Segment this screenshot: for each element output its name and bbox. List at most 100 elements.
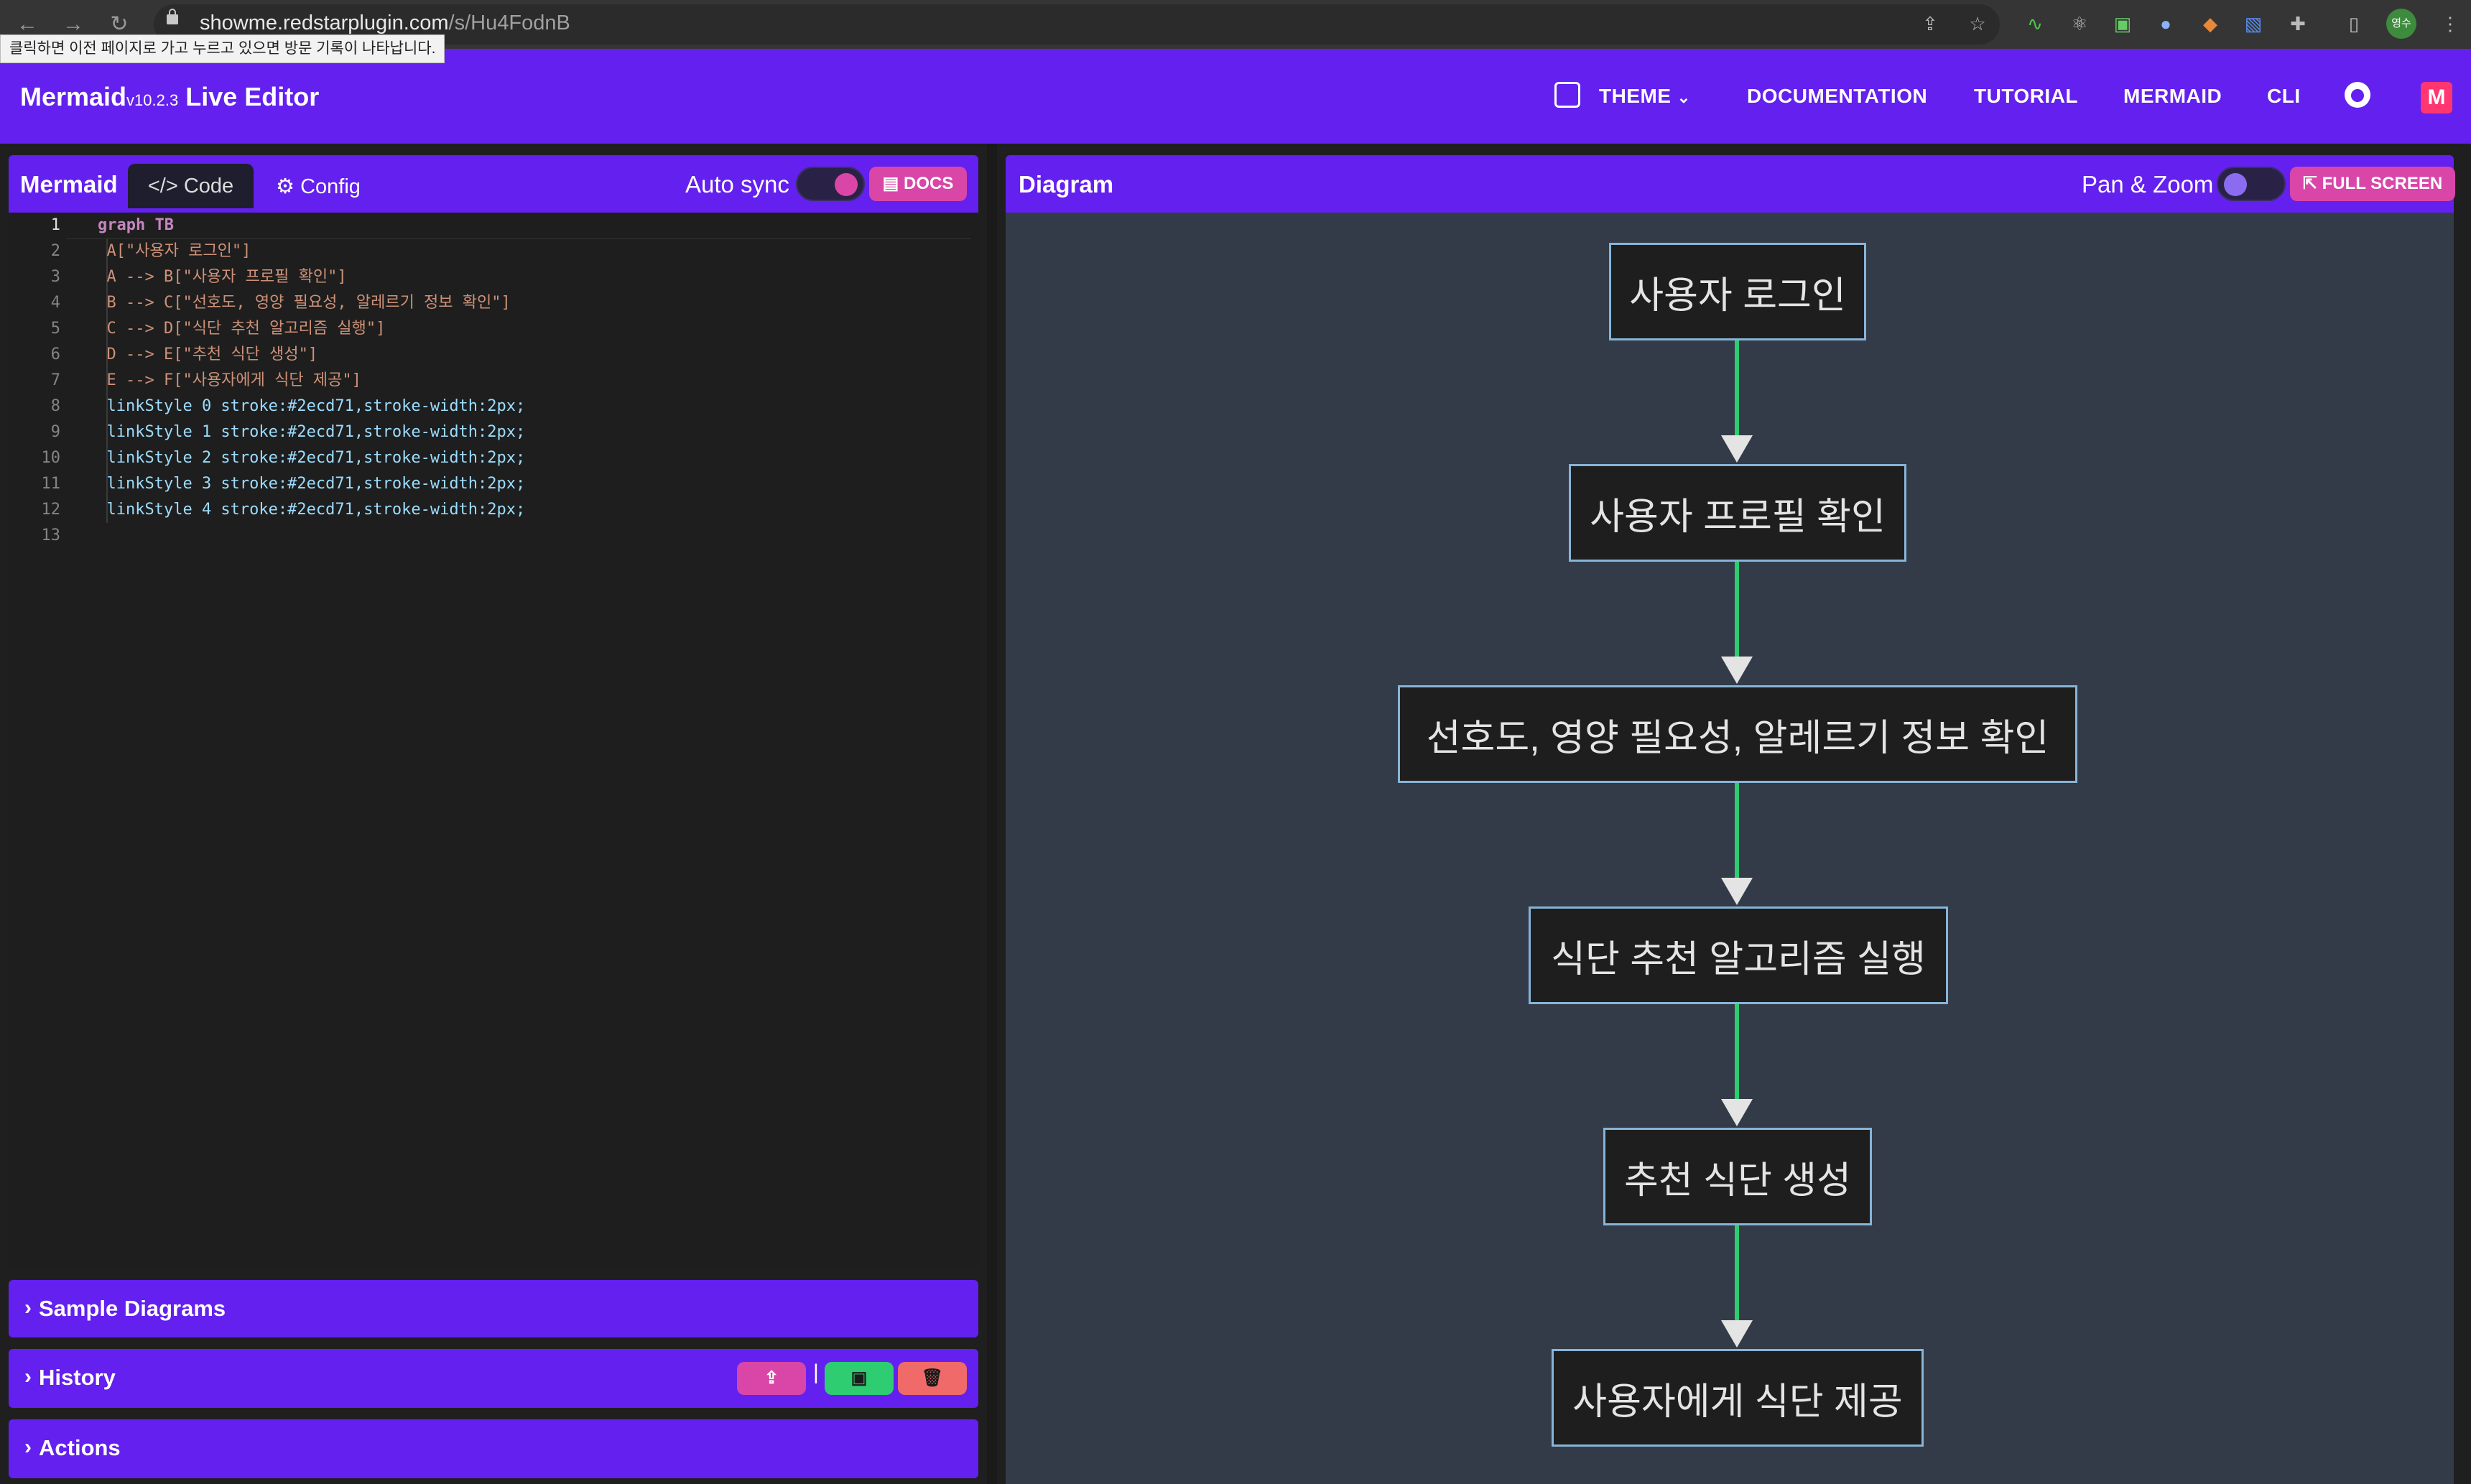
chevron-right-icon: › [24,1365,32,1388]
arrowhead-icon [1721,1099,1753,1126]
theme-icon[interactable] [1554,82,1580,108]
arrowhead-icon [1721,878,1753,905]
external-link-icon: ⇱ [2302,174,2317,193]
line-number: 12 [41,501,61,519]
nav-cli[interactable]: CLI [2267,85,2301,108]
node-b[interactable]: 사용자 프로필 확인 [1569,464,1906,562]
nav-mermaid[interactable]: MERMAID [2123,85,2222,108]
lock-icon [167,9,178,24]
extension-chat-icon[interactable]: ● [2152,10,2179,37]
code-text: E --> F["사용자에게 식단 제공"] [88,371,361,389]
node-a[interactable]: 사용자 로그인 [1609,243,1866,340]
code-text: linkStyle 0 stroke:#2ecd71,stroke-width:… [88,397,526,415]
code-text: linkStyle 1 stroke:#2ecd71,stroke-width:… [88,423,526,441]
tab-code-label: Code [183,175,234,198]
code-text: linkStyle 4 stroke:#2ecd71,stroke-width:… [88,501,526,519]
auto-sync-label: Auto sync [685,171,789,198]
pan-zoom-label: Pan & Zoom [2082,171,2214,198]
version-label: v10.2.3 [126,91,179,109]
node-c[interactable]: 선호도, 영양 필요성, 알레르기 정보 확인 [1398,685,2077,783]
back-button-tooltip: 클릭하면 이전 페이지로 가고 누르고 있으면 방문 기록이 나타납니다. [0,34,445,63]
line-number: 3 [50,268,60,286]
line-number: 5 [50,320,60,338]
code-text: A["사용자 로그인"] [88,242,251,260]
url-text[interactable]: showme.redstarplugin.com/s/Hu4FodnB [200,11,570,35]
nav-tutorial[interactable]: TUTORIAL [1974,85,2078,108]
panel-divider[interactable] [987,144,997,1484]
code-text: graph TB [98,216,174,234]
line-number: 6 [50,346,60,363]
code-editor[interactable]: 1 graph TB 2 A["사용자 로그인"] 3 A --> B["사용자 … [9,213,978,1267]
node-d[interactable]: 식단 추천 알고리즘 실행 [1529,906,1948,1004]
actions-label: Actions [39,1435,121,1460]
brand-name: Mermaid [20,82,127,111]
bookmark-star-icon[interactable]: ☆ [1964,10,1991,37]
code-text: linkStyle 3 stroke:#2ecd71,stroke-width:… [88,475,526,493]
nav-documentation[interactable]: DOCUMENTATION [1747,85,1927,108]
gears-icon: ⚙ [276,175,295,198]
actions-accordion[interactable]: › Actions [9,1419,978,1478]
full-screen-label: FULL SCREEN [2322,174,2443,193]
history-label: History [39,1365,116,1390]
menu-kebab-icon[interactable]: ⋮ [2437,10,2464,37]
tab-code[interactable]: </> Code [128,164,254,208]
diagram-panel-title: Diagram [1019,171,1114,198]
separator: | [813,1360,819,1384]
sample-diagrams-label: Sample Diagrams [39,1296,226,1321]
full-screen-button[interactable]: ⇱ FULL SCREEN [2290,167,2455,201]
arrowhead-icon [1721,435,1753,463]
share-icon[interactable]: ⇪ [1916,10,1944,37]
book-icon: ▤ [882,174,899,193]
node-f[interactable]: 사용자에게 식단 제공 [1552,1349,1924,1447]
docs-label: DOCS [904,174,954,193]
chevron-right-icon: › [24,1296,32,1320]
arrowhead-icon [1721,1320,1753,1348]
auto-sync-knob [835,173,858,196]
side-panel-icon[interactable]: ▯ [2340,10,2368,37]
save-icon: ▣ [850,1368,868,1388]
history-accordion[interactable]: › History ⇪ | ▣ 🗑 [9,1349,978,1408]
pan-zoom-knob [2224,173,2247,196]
flow-links [1721,340,1753,1348]
url-path: /s/Hu4FodnB [448,11,570,34]
pan-zoom-toggle[interactable] [2217,167,2286,201]
mermaid-chart-icon[interactable]: M [2421,82,2452,113]
line-number: 1 [50,216,60,234]
app-brand[interactable]: Mermaidv10.2.3 Live Editor [20,82,319,112]
profile-avatar[interactable]: 영수 [2386,9,2416,39]
extension-flag-icon[interactable]: ▣ [2109,10,2136,37]
line-number: 8 [50,397,60,415]
upload-icon: ⇪ [764,1368,779,1388]
upload-history-button[interactable]: ⇪ [737,1362,806,1395]
line-number: 11 [41,475,61,493]
code-text: linkStyle 2 stroke:#2ecd71,stroke-width:… [88,449,526,467]
code-text: C --> D["식단 추천 알고리즘 실행"] [88,320,386,338]
arrowhead-icon [1721,657,1753,684]
extensions-puzzle-icon[interactable]: ✚ [2284,10,2312,37]
code-icon: </> [147,175,178,198]
editor-panel-title: Mermaid [20,171,118,198]
extension-fox-icon[interactable]: ◆ [2197,10,2224,37]
line-number: 7 [50,371,60,389]
line-number: 2 [50,242,60,260]
docs-button[interactable]: ▤ DOCS [869,167,967,201]
trash-icon: 🗑 [921,1368,944,1388]
line-number: 4 [50,294,60,312]
theme-label: THEME [1599,85,1672,107]
delete-history-button[interactable]: 🗑 [898,1362,967,1395]
diagram-canvas[interactable]: 사용자 로그인 사용자 프로필 확인 선호도, 영양 필요성, 알레르기 정보 … [1006,213,2454,1484]
node-e[interactable]: 추천 식단 생성 [1603,1128,1872,1225]
save-history-button[interactable]: ▣ [825,1362,894,1395]
extension-image-icon[interactable]: ▧ [2240,10,2267,37]
tab-config[interactable]: ⚙ Config [276,174,361,199]
theme-menu[interactable]: THEME ⌄ [1599,85,1691,108]
tab-config-label: Config [300,175,361,198]
code-text: A --> B["사용자 프로필 확인"] [88,268,347,286]
auto-sync-toggle[interactable] [796,167,865,201]
extension-react-icon[interactable]: ⚛ [2066,10,2093,37]
chevron-down-icon: ⌄ [1677,88,1691,106]
extension-graph-icon[interactable]: ∿ [2021,10,2049,37]
sample-diagrams-accordion[interactable]: › Sample Diagrams [9,1280,978,1337]
code-text: D --> E["추천 식단 생성"] [88,346,318,363]
github-icon[interactable] [2345,82,2370,108]
